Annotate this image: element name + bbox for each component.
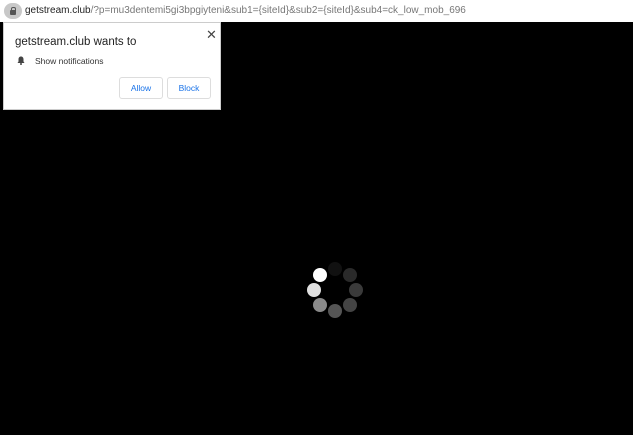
lock-icon[interactable] — [4, 3, 22, 19]
url-path: /?p=mu3dentemi5gi3bpgiyteni&sub1={siteId… — [90, 5, 466, 16]
allow-button[interactable]: Allow — [119, 77, 163, 99]
spinner-dot — [342, 297, 357, 312]
bell-icon — [17, 56, 25, 65]
spinner-dot — [313, 268, 328, 283]
spinner-dot — [328, 262, 342, 276]
block-button[interactable]: Block — [167, 77, 211, 99]
url-domain: getstream.club — [25, 5, 91, 16]
spinner-dot — [349, 283, 363, 297]
spinner-dot — [307, 283, 321, 297]
permission-text: Show notifications — [35, 56, 104, 66]
popup-title: getstream.club wants to — [15, 36, 137, 48]
spinner-dot — [342, 268, 357, 283]
spinner-dot — [313, 297, 328, 312]
url-text[interactable]: getstream.club/?p=mu3dentemi5gi3bpgiyten… — [25, 5, 466, 16]
notification-permission-popup: getstream.club wants to ✕ Show notificat… — [3, 22, 221, 110]
close-icon[interactable]: ✕ — [206, 27, 217, 43]
address-bar[interactable]: getstream.club/?p=mu3dentemi5gi3bpgiyten… — [0, 0, 633, 22]
spinner-dot — [328, 304, 342, 318]
